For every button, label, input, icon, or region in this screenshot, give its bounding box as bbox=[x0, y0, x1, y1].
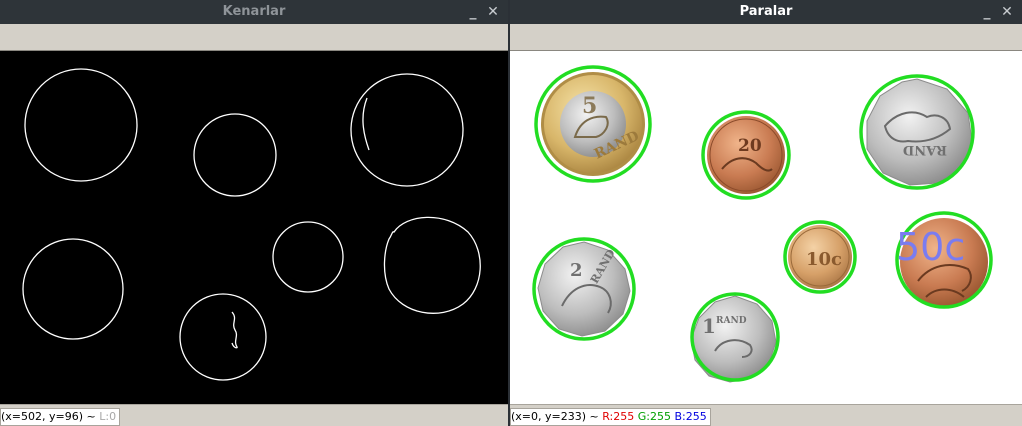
svg-text:RAND: RAND bbox=[903, 142, 947, 157]
edge-circle-4 bbox=[22, 238, 124, 340]
edge-circle-2 bbox=[193, 113, 277, 197]
toolbar bbox=[510, 24, 1022, 51]
close-button[interactable]: ✕ bbox=[998, 3, 1016, 21]
status-separator: ~ bbox=[83, 410, 100, 423]
edge-image bbox=[22, 68, 481, 381]
edge-image-view[interactable] bbox=[0, 51, 508, 404]
pixel-r: R:255 bbox=[602, 410, 635, 423]
svg-text:5: 5 bbox=[582, 93, 597, 119]
svg-text:1: 1 bbox=[702, 314, 716, 338]
edge-circle-7 bbox=[179, 293, 267, 381]
coin-5-rand: RAND 5 bbox=[534, 65, 652, 183]
coin-1-rand: 1 RAND bbox=[690, 292, 780, 383]
status-bar: (x=0, y=233) ~ R:255 G:255 B:255 bbox=[510, 404, 1022, 426]
window-title: Kenarlar bbox=[222, 4, 286, 19]
edge-circle-3 bbox=[350, 73, 464, 187]
window-title: Paralar bbox=[739, 4, 793, 19]
toolbar bbox=[0, 24, 508, 51]
svg-text:2: 2 bbox=[570, 260, 583, 281]
pixel-g: G:255 bbox=[637, 410, 671, 423]
status-readout: (x=0, y=233) ~ R:255 G:255 B:255 bbox=[510, 408, 711, 426]
svg-text:20: 20 bbox=[738, 136, 762, 156]
cursor-coords: (x=502, y=96) bbox=[1, 410, 84, 423]
window-paralar: Paralar _ ✕ RAND 5 20 RAND 2 RAND 10c 50… bbox=[510, 0, 1022, 426]
edge-circle-6 bbox=[383, 216, 481, 314]
coin-10c: 10c bbox=[783, 220, 857, 294]
coins-image: RAND 5 20 RAND 2 RAND 10c 50c 1 RAND bbox=[532, 65, 993, 383]
minimize-button[interactable]: _ bbox=[464, 3, 482, 21]
pixel-b: B:255 bbox=[674, 410, 707, 423]
svg-text:RAND: RAND bbox=[716, 316, 747, 326]
coin-50c: 50c bbox=[895, 211, 993, 309]
svg-text:10c: 10c bbox=[806, 249, 842, 270]
status-separator: ~ bbox=[586, 410, 603, 423]
coins-image-view[interactable]: RAND 5 20 RAND 2 RAND 10c 50c 1 RAND bbox=[510, 51, 1022, 404]
coin-overlay-label: 50c bbox=[896, 225, 965, 269]
coin-2-rand-top: RAND bbox=[859, 74, 975, 190]
cursor-coords: (x=0, y=233) bbox=[511, 410, 587, 423]
window-kenarlar: Kenarlar _ ✕ (x=502, y=96) ~ L:0 bbox=[0, 0, 508, 426]
titlebar[interactable]: Kenarlar _ ✕ bbox=[0, 0, 508, 24]
status-bar: (x=502, y=96) ~ L:0 bbox=[0, 404, 508, 426]
pixel-level: L:0 bbox=[99, 410, 117, 423]
titlebar[interactable]: Paralar _ ✕ bbox=[510, 0, 1022, 24]
minimize-button[interactable]: _ bbox=[978, 3, 996, 21]
coin-2-rand: 2 RAND bbox=[532, 237, 636, 341]
status-readout: (x=502, y=96) ~ L:0 bbox=[0, 408, 121, 426]
edge-circle-5 bbox=[272, 221, 344, 293]
edge-circle-1 bbox=[24, 68, 138, 182]
coin-20c: 20 bbox=[701, 110, 791, 200]
close-button[interactable]: ✕ bbox=[484, 3, 502, 21]
